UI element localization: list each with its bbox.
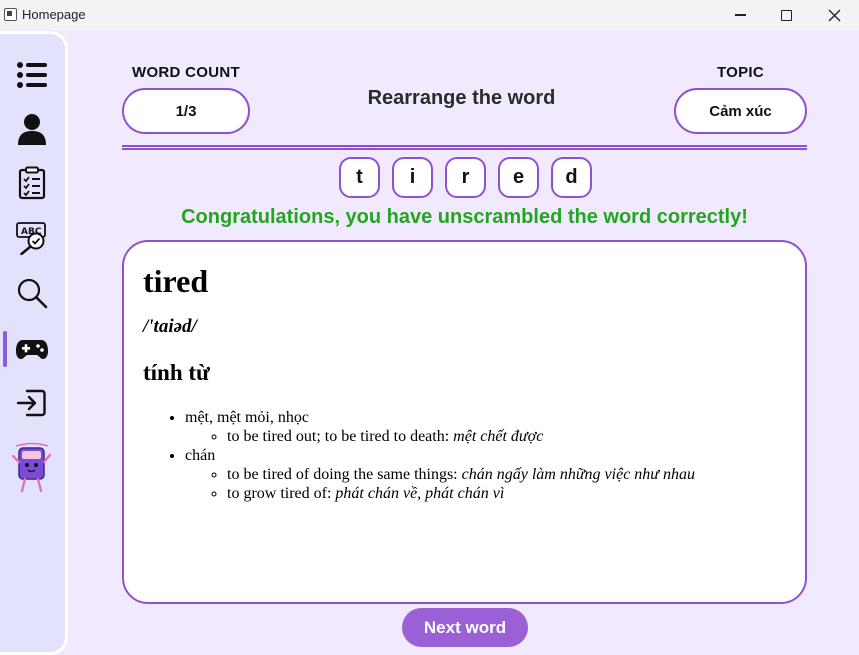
example-item: to grow tired of: phát chán về, phát chá… [227,484,786,503]
example-item: to be tired of doing the same things: ch… [227,465,786,484]
example-vi: mệt chết được [453,428,544,445]
topic-label: TOPIC [716,64,765,81]
word-count-label: WORD COUNT [132,64,240,81]
close-button[interactable] [810,0,858,30]
sidebar-item-search[interactable] [12,273,52,313]
example-en: to grow tired of: [227,485,336,502]
example-list: to be tired out; to be tired to death: m… [227,427,786,446]
example-vi: chán ngấy làm những việc như nhau [461,466,696,483]
minimize-button[interactable] [716,0,764,30]
sense-meaning: mệt, mệt mỏi, nhọc [185,409,309,426]
next-word-button[interactable]: Next word [402,608,528,647]
search-icon [17,278,48,309]
example-vi: phát chán về, phát chán vì [335,485,505,502]
maximize-icon [780,9,792,21]
letter-tile[interactable]: i [392,157,433,198]
sense-meaning: chán [185,447,216,464]
maximize-button[interactable] [762,0,810,30]
sidebar-item-games[interactable] [12,328,52,368]
sidebar-item-logout[interactable] [12,383,52,423]
spell-check-icon: ABC [16,222,46,255]
menu-list-icon [17,62,47,88]
page-title: Rearrange the word [367,87,556,109]
example-en: to be tired out; to be tired to death: [227,428,454,445]
topic-value: Cảm xúc [674,88,807,134]
gamepad-icon [16,340,48,359]
example-item: to be tired out; to be tired to death: m… [227,427,786,446]
window-title: Homepage [22,7,86,22]
sidebar-item-spelling[interactable]: ABC [12,218,52,258]
sidebar-item-profile[interactable] [12,109,52,149]
sense-list: mệt, mệt mỏi, nhọc to be tired out; to b… [185,408,786,503]
letter-tiles: t i r e d [339,157,592,198]
header-divider [122,145,807,150]
example-list: to be tired of doing the same things: ch… [227,465,786,503]
active-indicator [3,331,7,367]
minimize-icon [734,14,746,16]
close-icon [828,9,840,21]
title-bar: Homepage [0,0,859,30]
sidebar-item-mascot[interactable] [10,442,54,496]
sense-item: chán to be tired of doing the same thing… [185,446,786,503]
book-mascot-icon [11,442,52,493]
success-message: Congratulations, you have unscrambled th… [181,206,748,228]
sidebar: ABC [0,31,68,655]
definition-card: tired /'taiəd/ tính từ mệt, mệt mỏi, nhọ… [122,240,807,604]
letter-tile[interactable]: r [445,157,486,198]
sidebar-item-menu[interactable] [12,55,52,95]
sidebar-item-tasks[interactable] [12,163,52,203]
user-icon [18,114,46,145]
phonetic: /'taiəd/ [143,316,197,337]
app-icon [4,8,17,21]
definition-word: tired [143,263,209,299]
word-count-value: 1/3 [122,88,250,134]
sense-item: mệt, mệt mỏi, nhọc to be tired out; to b… [185,408,786,446]
letter-tile[interactable]: e [498,157,539,198]
part-of-speech: tính từ [143,360,210,385]
example-en: to be tired of doing the same things: [227,466,462,483]
letter-tile[interactable]: d [551,157,592,198]
clipboard-checklist-icon [18,166,46,200]
logout-icon [16,389,46,417]
letter-tile[interactable]: t [339,157,380,198]
